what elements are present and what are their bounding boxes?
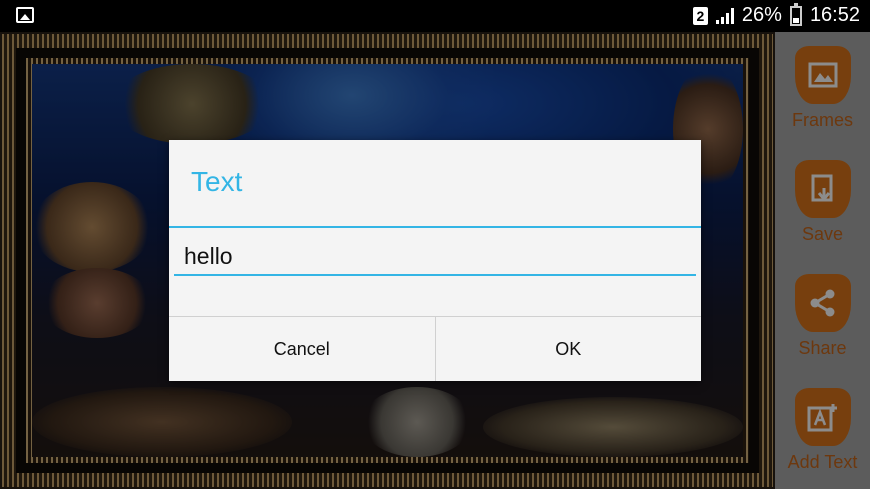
cancel-button[interactable]: Cancel [169, 317, 435, 381]
status-indicators: 2 26% 16:52 [692, 2, 860, 27]
clock: 16:52 [809, 4, 860, 26]
dialog-title: Text [191, 166, 243, 197]
text-input[interactable] [174, 238, 696, 276]
text-dialog: Text Cancel OK [169, 140, 701, 381]
gallery-notification [16, 7, 34, 23]
sim-slot-badge: 2 [692, 6, 708, 25]
status-bar: 2 26% 16:52 [0, 0, 870, 32]
ok-button[interactable]: OK [434, 317, 702, 381]
title-divider [169, 226, 701, 228]
signal-icon [715, 7, 734, 24]
gallery-icon [16, 7, 34, 23]
dialog-button-row: Cancel OK [169, 316, 701, 381]
battery-percent: 26% [741, 4, 782, 26]
battery-icon [789, 2, 802, 26]
